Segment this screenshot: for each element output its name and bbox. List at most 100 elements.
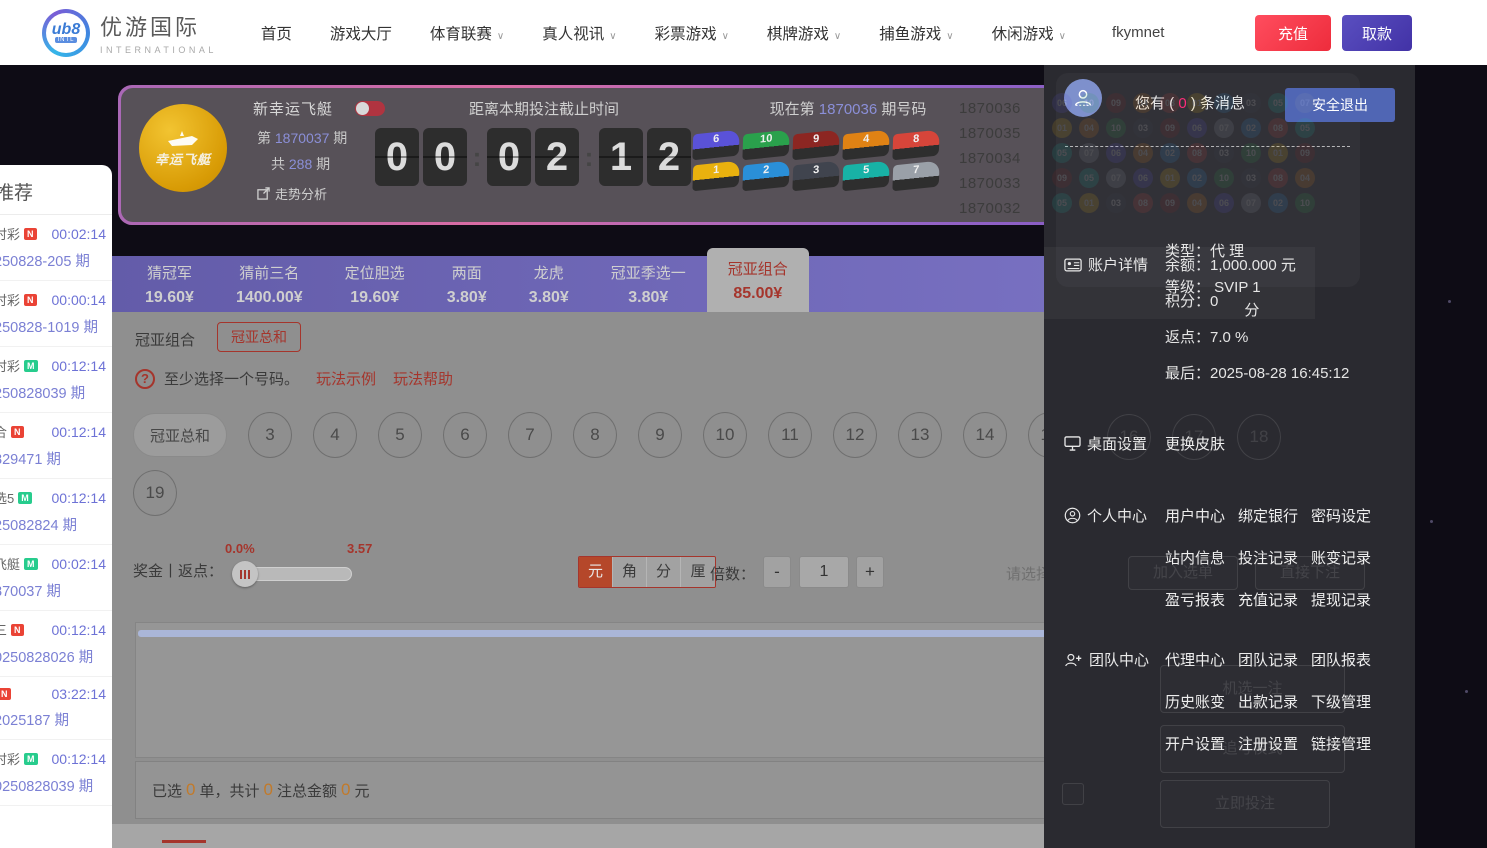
game-logo-text: 幸运飞艇 [155,149,211,168]
unit-元[interactable]: 元 [579,557,613,587]
sidebar-game-item-4[interactable]: 选5M00:12:1425082824 期 [0,479,112,545]
game-badge: M [24,558,38,570]
ghost-ball: 03 [1214,143,1234,163]
nav-item-5[interactable]: 棋牌游戏∨ [767,22,841,44]
play-help-link[interactable]: 玩法帮助 [393,368,453,389]
number-circle-8[interactable]: 8 [573,412,617,458]
personal-link-0-1[interactable]: 绑定银行 [1238,505,1298,526]
number-circle-4[interactable]: 4 [313,412,357,458]
period-label: 0250828026 期 [0,646,110,667]
bet-tab-4[interactable]: 龙虎3.80¥ [508,262,590,307]
ghost-ball: 07 [1079,143,1099,163]
ghost-number-circle-16: 16 [1107,414,1151,460]
bet-tab-1[interactable]: 猜前三名1400.00¥ [215,262,324,307]
number-circle-11[interactable]: 11 [768,412,812,458]
chevron-down-icon: ∨ [834,31,841,42]
sidebar-game-item-1[interactable]: 时彩N00:00:14250828-1019 期 [0,281,112,347]
nav-item-7[interactable]: 休闲游戏∨ [992,22,1066,44]
chevron-down-icon: ∨ [497,31,504,42]
sidebar-game-item-8[interactable]: 时彩M00:12:140250828039 期 [0,740,112,806]
game-badge: M [24,360,38,372]
nav-item-1[interactable]: 游戏大厅 [330,22,392,44]
speedboat-icon [166,129,200,149]
personal-link-0-0[interactable]: 用户中心 [1165,505,1225,526]
trend-analysis-link[interactable]: 走势分析 [257,184,327,203]
horizontal-scrollbar[interactable] [138,630,1158,637]
bet-summary: 已选0 单，共计0 注总金额0 元 [135,761,1163,819]
site-logo[interactable]: ub8 INTL 优游国际 INTERNATIONAL [42,9,217,57]
result-boat-8: 8 [892,130,939,161]
multiplier-value[interactable]: 1 [799,556,849,588]
ghost-ball: 04 [1133,93,1153,113]
sidebar-game-item-3[interactable]: 合N00:12:14829471 期 [0,413,112,479]
ghost-ball: 05 [1052,143,1072,163]
number-circle-5[interactable]: 5 [378,412,422,458]
sidebar-game-item-2[interactable]: 时彩M00:12:14250828039 期 [0,347,112,413]
username-label[interactable]: fkymnet [1112,24,1165,41]
ghost-ball: 04 [1079,118,1099,138]
ghost-ball: 10 [1106,118,1126,138]
sidebar-game-item-5[interactable]: 飞艇M00:02:14870037 期 [0,545,112,611]
result-boat-6: 6 [692,130,739,161]
number-circle-14[interactable]: 14 [963,412,1007,458]
number-circle-3[interactable]: 3 [248,412,292,458]
unit-分[interactable]: 分 [647,557,681,587]
nav-item-0[interactable]: 首页 [261,22,292,44]
countdown-time: 00:02:14 [52,556,111,572]
number-circle-9[interactable]: 9 [638,412,682,458]
personal-link-2-0[interactable]: 盈亏报表 [1165,589,1225,610]
group-label: 冠亚组合 [135,329,195,350]
sidebar-game-item-7[interactable]: N03:22:142025187 期 [0,677,112,740]
balance-line: 余额：1,000.000 元 [1165,254,1296,275]
account-detail-title: 账户详情 [1064,254,1148,275]
personal-link-0-2[interactable]: 密码设定 [1311,505,1371,526]
clock-digit-1: 0 [423,128,467,186]
bet-tab-6[interactable]: 冠亚组合85.00¥ [707,248,809,312]
nav-item-2[interactable]: 体育联赛∨ [430,22,504,44]
recharge-button[interactable]: 充值 [1255,15,1331,51]
number-circle-6[interactable]: 6 [443,412,487,458]
ghost-ball: 02 [1160,143,1180,163]
sound-toggle[interactable] [355,101,385,116]
personal-link-2-1[interactable]: 充值记录 [1238,589,1298,610]
number-circle-12[interactable]: 12 [833,412,877,458]
sidebar-game-item-0[interactable]: 时彩N00:02:14250828-205 期 [0,215,112,281]
sum-tab-button[interactable]: 冠亚总和 [217,322,301,352]
logo-title-en: INTERNATIONAL [100,45,217,55]
countdown-label: 距离本期投注截止时间 [429,98,659,119]
ghost-ball: 06 [1214,193,1234,213]
multiplier-minus-button[interactable]: - [763,556,791,588]
sidebar-game-item-6[interactable]: 三N00:12:140250828026 期 [0,611,112,677]
period-label: 0250828039 期 [0,775,110,796]
play-example-link[interactable]: 玩法示例 [316,368,376,389]
nav-item-6[interactable]: 捕鱼游戏∨ [879,22,953,44]
game-logo: 幸运飞艇 [139,104,227,192]
multiplier-plus-button[interactable]: + [856,556,884,588]
nav-item-3[interactable]: 真人视讯∨ [542,22,616,44]
numbers-row-label: 冠亚总和 [133,413,227,457]
ghost-ball: 07 [1214,118,1234,138]
bet-tab-3[interactable]: 两面3.80¥ [426,262,508,307]
unit-角[interactable]: 角 [613,557,647,587]
number-circle-10[interactable]: 10 [703,412,747,458]
number-circle-19[interactable]: 19 [133,470,177,516]
bet-tab-5[interactable]: 冠亚季选一3.80¥ [590,262,707,307]
result-boat-2: 2 [742,161,789,192]
ghost-ball: 01 [1052,118,1072,138]
number-circle-7[interactable]: 7 [508,412,552,458]
bet-tab-2[interactable]: 定位胆选19.60¥ [324,262,426,307]
clock-digit-0: 0 [375,128,419,186]
result-boat-3: 3 [792,161,839,192]
active-tab-indicator [162,840,206,843]
rebate-slider-handle[interactable] [232,561,258,587]
stake-count: 0 [264,780,273,800]
help-icon[interactable]: ? [135,369,155,389]
bet-tab-0[interactable]: 猜冠军19.60¥ [124,262,215,307]
personal-link-2-2[interactable]: 提现记录 [1311,589,1371,610]
nav-item-4[interactable]: 彩票游戏∨ [655,22,729,44]
ghost-ball: 10 [1214,168,1234,188]
tip-text: 至少选择一个号码。 [164,368,299,389]
last-login-line: 最后：2025-08-28 16:45:12 [1165,362,1349,383]
number-circle-13[interactable]: 13 [898,412,942,458]
withdraw-button[interactable]: 取款 [1342,15,1412,51]
